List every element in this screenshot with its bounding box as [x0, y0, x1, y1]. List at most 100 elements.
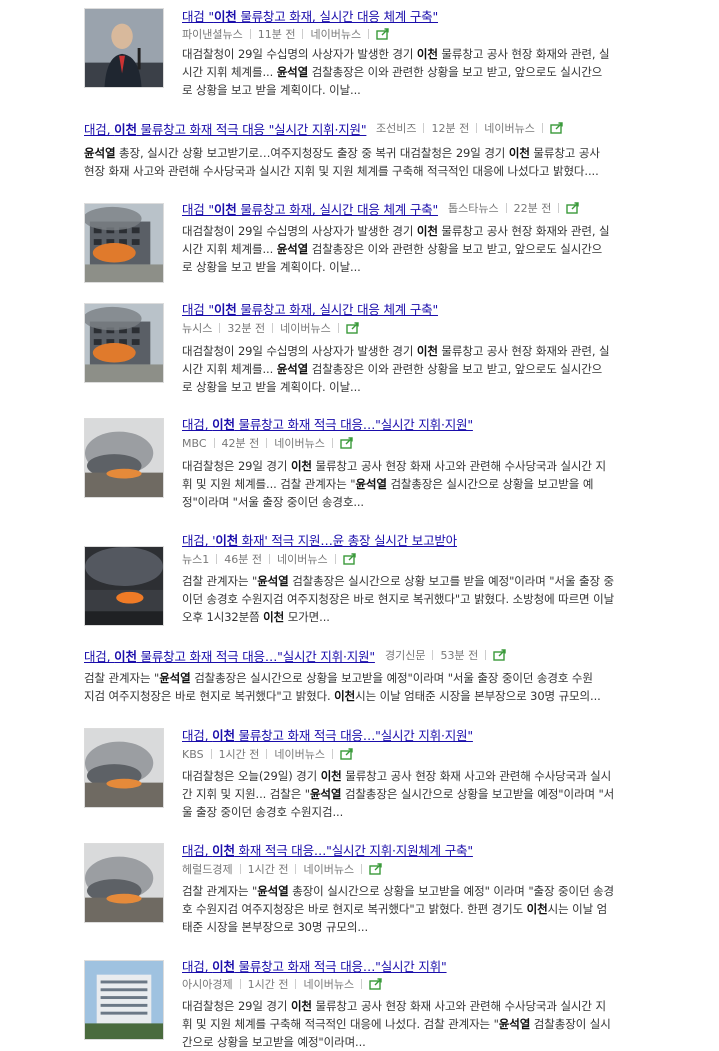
- news-time: 32분 전: [227, 322, 266, 335]
- news-source: 헤럴드경제: [182, 863, 233, 876]
- snippet-text: 검찰 관계자는 ": [182, 574, 258, 588]
- title-text: 물류창고 화재 적극 대응…"실시간 지휘·지원": [234, 728, 474, 743]
- portal-link[interactable]: 네이버뉴스: [277, 553, 328, 566]
- snippet-text: 검찰총장은 실시간으로 상황을 보고받을 예: [386, 477, 594, 491]
- snippet-line: 대검찰청은 29일 경기 이천 물류창고 공사 현장 화재 사고와 관련해 수사…: [182, 997, 690, 1015]
- snippet-keyword: 윤석열: [159, 671, 191, 685]
- news-source: 아시아경제: [182, 978, 233, 991]
- meta-divider: [213, 438, 215, 448]
- snippet-keyword: 이천: [290, 459, 312, 473]
- snippet-text: 검찰총장은 이와 관련한 상황을 보고 받고, 앞으로도 실시간으: [308, 362, 603, 376]
- news-title-link[interactable]: 대검, 이천 물류창고 화재 적극 대응…"실시간 지휘·지원": [182, 416, 473, 433]
- share-icon[interactable]: [342, 553, 357, 565]
- snippet-line: 간으로 상황을 보고받을 예정"이라며...: [182, 1033, 690, 1051]
- snippet-text: 검찰총장은 실시간으로 상황 보고를 받을 예정"이라며 "서울 출장 중: [288, 574, 614, 588]
- meta-divider: [216, 554, 218, 564]
- title-keyword: 이천: [213, 302, 237, 317]
- title-text: 대검,: [182, 417, 213, 432]
- title-text: 대검,: [182, 843, 213, 858]
- news-thumbnail[interactable]: [84, 728, 164, 808]
- news-snippet: 검찰 관계자는 "윤석열 총장이 실시간으로 상황을 보고받을 예정" 이라며 …: [182, 882, 690, 936]
- portal-link[interactable]: 네이버뉴스: [303, 863, 354, 876]
- snippet-text: 시간 지휘 체계를...: [182, 362, 277, 376]
- title-text: 물류창고 화재 적극 대응 "실시간 지휘·지원": [136, 122, 367, 137]
- news-time: 1시간 전: [247, 863, 289, 876]
- portal-link[interactable]: 네이버뉴스: [280, 322, 331, 335]
- share-icon[interactable]: [550, 122, 564, 134]
- meta-divider: [558, 203, 560, 213]
- news-meta: MBC 42분 전 네이버뉴스: [182, 436, 354, 452]
- news-thumbnail[interactable]: [84, 203, 164, 283]
- snippet-line: 시간 지휘 체계를... 윤석열 검찰총장은 이와 관련한 상황을 보고 받고,…: [182, 63, 690, 81]
- snippet-text: 물류창고 공사 현장 화재 사고와 관련해 수사당국과 실시: [341, 769, 612, 783]
- portal-link[interactable]: 네이버뉴스: [303, 978, 354, 991]
- news-thumbnail[interactable]: [84, 960, 164, 1040]
- news-thumbnail[interactable]: [84, 8, 164, 88]
- news-title-link[interactable]: 대검, 이천 물류창고 화재 적극 대응…"실시간 지휘": [182, 958, 447, 975]
- title-text: 물류창고 화재 적극 대응…"실시간 지휘·지원": [234, 417, 474, 432]
- share-icon[interactable]: [566, 202, 580, 214]
- news-meta: 파이낸셜뉴스 11분 전 네이버뉴스: [182, 27, 390, 43]
- snippet-keyword: 이천: [416, 344, 438, 358]
- news-meta: 경기신문 53분 전: [385, 648, 507, 664]
- news-title-link[interactable]: 대검, 이천 물류창고 화재 적극 대응…"실시간 지휘·지원": [84, 648, 375, 665]
- title-text: 대검 ": [182, 302, 214, 317]
- snippet-text: 시간 지휘 체계를...: [182, 242, 277, 256]
- portal-link[interactable]: 네이버뉴스: [274, 748, 325, 761]
- news-time: 1시간 전: [247, 978, 289, 991]
- portal-link[interactable]: 네이버뉴스: [274, 437, 325, 450]
- news-thumbnail[interactable]: [84, 303, 164, 383]
- snippet-text: 대검찰청이 29일 수십명의 사상자가 발생한 경기: [182, 344, 417, 358]
- snippet-keyword: 윤석열: [276, 65, 309, 79]
- portal-link[interactable]: 네이버뉴스: [484, 122, 535, 135]
- snippet-line: 호 수원지검 여주지청장은 바로 현지로 복귀했다"고 밝혔다. 한편 경기도 …: [182, 900, 690, 918]
- share-icon[interactable]: [340, 437, 354, 449]
- news-snippet: 대검찰청은 29일 경기 이천 물류창고 공사 현장 화재 사고와 관련해 수사…: [182, 457, 690, 511]
- title-text: 대검 ": [182, 9, 214, 24]
- news-title-link[interactable]: 대검 "이천 물류창고 화재, 실시간 대응 체계 구축": [182, 201, 438, 218]
- title-keyword: 이천: [212, 843, 235, 858]
- news-time: 46분 전: [224, 553, 262, 566]
- news-meta: 뉴시스 32분 전 네이버뉴스: [182, 321, 360, 337]
- snippet-line: 휘 및 지원 체계를... 검찰 관계자는 "윤석열 검찰총장은 실시간으로 상…: [182, 475, 690, 493]
- news-source: KBS: [182, 748, 204, 761]
- share-icon[interactable]: [346, 322, 360, 334]
- news-title-link[interactable]: 대검, 이천 물류창고 화재 적극 대응 "실시간 지휘·지원": [84, 121, 367, 138]
- share-icon[interactable]: [369, 863, 383, 875]
- share-icon[interactable]: [369, 978, 383, 990]
- snippet-text: 대검찰청이 29일 수십명의 사상자가 발생한 경기: [182, 224, 417, 238]
- news-thumbnail[interactable]: [84, 843, 164, 923]
- meta-divider: [266, 438, 268, 448]
- news-time: 42분 전: [221, 437, 260, 450]
- snippet-line: 대검찰청은 오늘(29일) 경기 이천 물류창고 공사 현장 화재 사고와 관련…: [182, 767, 690, 785]
- snippet-text: 간 지휘 및 지원... 검찰은 ": [182, 787, 310, 801]
- snippet-line: 대검찰청이 29일 수십명의 사상자가 발생한 경기 이천 물류창고 공사 현장…: [182, 45, 690, 63]
- news-source: 뉴스1: [182, 553, 210, 566]
- news-snippet: 대검찰청은 오늘(29일) 경기 이천 물류창고 공사 현장 화재 사고와 관련…: [182, 767, 690, 821]
- snippet-keyword: 윤석열: [309, 787, 342, 801]
- news-thumbnail[interactable]: [84, 546, 164, 626]
- snippet-text: 시는 이날 엄: [547, 902, 608, 916]
- news-title-link[interactable]: 대검, 이천 물류창고 화재 적극 대응…"실시간 지휘·지원": [182, 727, 473, 744]
- share-icon[interactable]: [493, 649, 507, 661]
- news-title-link[interactable]: 대검, 이천 화재 적극 대응…"실시간 지휘·지원체계 구축": [182, 842, 473, 859]
- snippet-text: 대검찰청은 29일 경기: [182, 459, 291, 473]
- title-keyword: 이천: [114, 122, 137, 137]
- meta-divider: [272, 323, 274, 333]
- portal-link[interactable]: 네이버뉴스: [310, 28, 361, 41]
- news-title-link[interactable]: 대검 "이천 물류창고 화재, 실시간 대응 체계 구축": [182, 301, 438, 318]
- snippet-text: 현장 화재 사고와 관련해 수사당국과 실시간 지휘 및 지원 체계를 구축해 …: [84, 164, 599, 178]
- snippet-text: 간으로 상황을 보고받을 예정"이라며...: [182, 1035, 366, 1049]
- news-title-link[interactable]: 대검 "이천 물류창고 화재, 실시간 대응 체계 구축": [182, 8, 438, 25]
- news-thumbnail[interactable]: [84, 418, 164, 498]
- share-icon[interactable]: [376, 28, 390, 40]
- share-icon[interactable]: [340, 748, 354, 760]
- snippet-text: 지검 여주지청장은 바로 현지로 복귀했다"고 밝혔다.: [84, 689, 335, 703]
- title-text: 대검,: [84, 649, 115, 664]
- meta-divider: [302, 29, 304, 39]
- meta-divider: [476, 123, 478, 133]
- news-snippet: 대검찰청이 29일 수십명의 사상자가 발생한 경기 이천 물류창고 공사 현장…: [182, 222, 690, 276]
- title-keyword: 이천: [114, 649, 137, 664]
- snippet-text: 로 상황을 보고 받을 계획이다. 이날...: [182, 380, 361, 394]
- news-title-link[interactable]: 대검, '이천 화재' 적극 지원…윤 총장 실시간 보고받아: [182, 532, 457, 549]
